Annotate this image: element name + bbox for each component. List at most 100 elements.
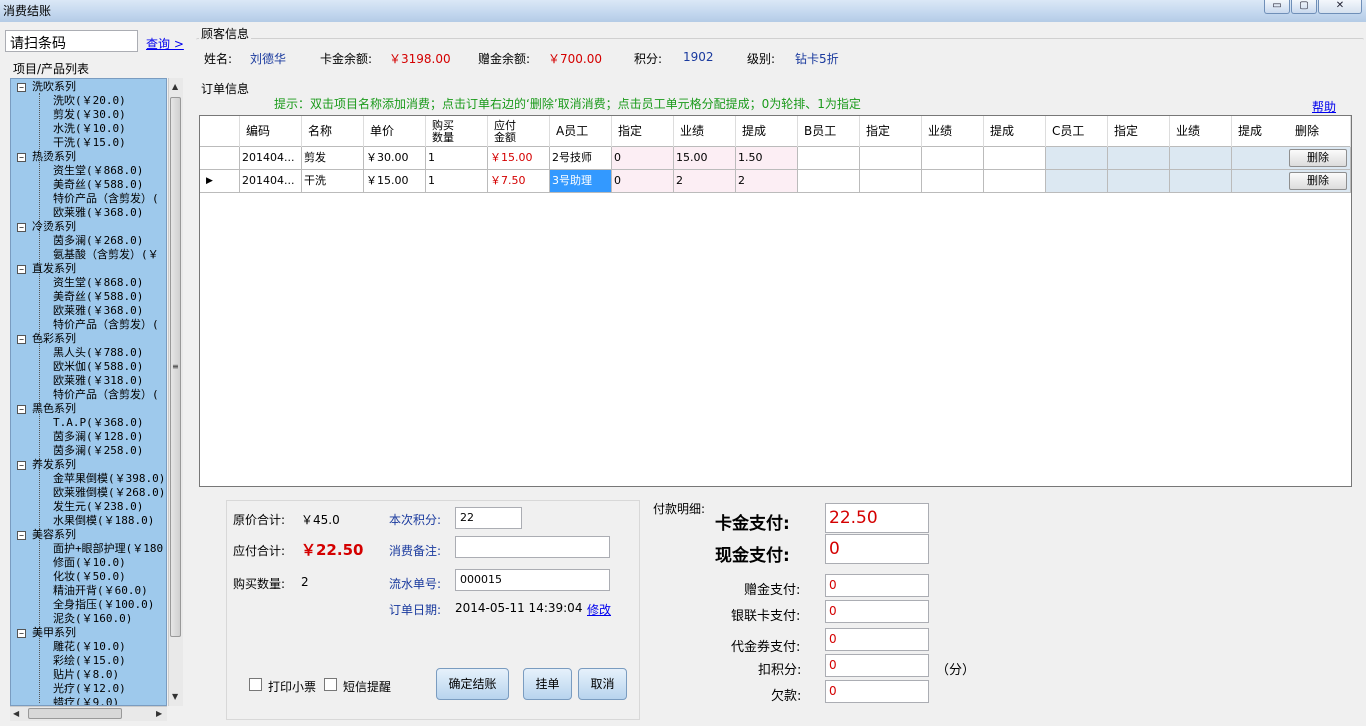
delete-row-button[interactable]: 删除 — [1289, 172, 1347, 190]
tree-item[interactable]: 美奇丝(￥588.0) — [53, 290, 143, 304]
tree-category[interactable]: − 色彩系列 — [11, 332, 76, 346]
cell-empty[interactable] — [860, 170, 922, 193]
tree-item[interactable]: 修面(￥10.0) — [53, 556, 126, 570]
collapse-icon[interactable]: − — [17, 264, 26, 274]
column-header[interactable]: 名称 — [302, 116, 364, 147]
cell-empty[interactable] — [922, 147, 984, 170]
delete-row-button[interactable]: 删除 — [1289, 149, 1347, 167]
cell-a-comm[interactable]: 2 — [736, 170, 798, 193]
modify-date-link[interactable]: 修改 — [587, 601, 611, 618]
order-grid[interactable]: 编码 名称 单价 购买 数量 应付 金额 A员工 指定 业绩 提成 B员工 指定 业绩 提成 C员工 指定业… — [199, 115, 1352, 487]
debt-input[interactable]: 0 — [825, 680, 929, 703]
tree-item[interactable]: 茵多澜(￥268.0) — [53, 234, 143, 248]
row-header[interactable] — [200, 147, 240, 170]
cell-a-staff[interactable]: 3号助理 — [550, 170, 612, 193]
query-link[interactable]: 查询 > — [146, 35, 184, 52]
cell-empty[interactable] — [798, 170, 860, 193]
cell-price[interactable]: ￥15.00 — [364, 170, 426, 193]
cell-qty[interactable]: 1 — [426, 147, 488, 170]
cell-code[interactable]: 201404... — [240, 147, 302, 170]
barcode-input[interactable]: 请扫条码 — [5, 30, 138, 52]
gift-pay-input[interactable]: 0 — [825, 574, 929, 597]
tree-item[interactable]: 剪发(￥30.0) — [53, 108, 126, 122]
cell-empty[interactable] — [1046, 170, 1108, 193]
collapse-icon[interactable]: − — [17, 222, 26, 232]
cell-empty[interactable] — [860, 147, 922, 170]
tree-item[interactable]: 欧莱雅倒模(￥268.0) — [53, 486, 165, 500]
column-header[interactable]: 应付 金额 — [488, 116, 550, 147]
tree-item[interactable]: 光疗(￥12.0) — [53, 682, 126, 696]
column-header[interactable]: 业绩 — [922, 116, 984, 147]
cell-due[interactable]: ￥15.00 — [488, 147, 550, 170]
column-header[interactable]: 单价 — [364, 116, 426, 147]
tree-category[interactable]: − 直发系列 — [11, 262, 76, 276]
column-header[interactable]: 指定 — [612, 116, 674, 147]
tree-item[interactable]: 化妆(￥50.0) — [53, 570, 126, 584]
tree-item[interactable]: 欧莱雅(￥368.0) — [53, 304, 143, 318]
scroll-down-icon[interactable]: ▼ — [172, 692, 178, 701]
column-header[interactable]: 指定 — [860, 116, 922, 147]
cell-empty[interactable] — [1108, 170, 1170, 193]
cell-empty[interactable] — [1170, 170, 1232, 193]
tree-item[interactable]: 资生堂(￥868.0) — [53, 164, 143, 178]
cell-name[interactable]: 干洗 — [302, 170, 364, 193]
cell-empty[interactable] — [922, 170, 984, 193]
cell-a-assign[interactable]: 0 — [612, 170, 674, 193]
order-row[interactable]: ▶ 201404... 干洗 ￥15.00 1 ￥7.50 3号助理 0 2 2 删除 — [200, 170, 1351, 193]
tree-item[interactable]: 欧莱雅(￥318.0) — [53, 374, 143, 388]
maximize-button[interactable]: ▢ — [1291, 0, 1317, 14]
collapse-icon[interactable]: − — [17, 404, 26, 414]
cancel-button[interactable]: 取消 — [578, 668, 627, 700]
column-header[interactable]: 提成 — [736, 116, 798, 147]
tree-item[interactable]: 洗吹(￥20.0) — [53, 94, 126, 108]
column-header[interactable]: 业绩 — [1170, 116, 1232, 147]
this-points-input[interactable]: 22 — [455, 507, 522, 529]
tree-item[interactable]: 欧米伽(￥588.0) — [53, 360, 143, 374]
note-input[interactable] — [455, 536, 610, 558]
tree-category[interactable]: − 美容系列 — [11, 528, 76, 542]
column-header[interactable]: 删除 — [1289, 116, 1351, 147]
cell-price[interactable]: ￥30.00 — [364, 147, 426, 170]
cell-empty[interactable] — [984, 170, 1046, 193]
tree-item[interactable]: 美奇丝(￥588.0) — [53, 178, 143, 192]
tree-item[interactable]: 氨基酸（含剪发）(￥ — [53, 248, 159, 262]
voucher-input[interactable]: 0 — [825, 628, 929, 651]
cell-empty[interactable] — [1046, 147, 1108, 170]
cell-code[interactable]: 201404... — [240, 170, 302, 193]
cell-a-assign[interactable]: 0 — [612, 147, 674, 170]
tree-item[interactable]: 水洗(￥10.0) — [53, 122, 126, 136]
cell-qty[interactable]: 1 — [426, 170, 488, 193]
sms-reminder-checkbox[interactable] — [324, 678, 337, 691]
tree-item[interactable]: 茵多澜(￥128.0) — [53, 430, 143, 444]
serial-input[interactable]: 000015 — [455, 569, 610, 591]
tree-item[interactable]: 雕花(￥10.0) — [53, 640, 126, 654]
cell-empty[interactable] — [1170, 147, 1232, 170]
collapse-icon[interactable]: − — [17, 628, 26, 638]
card-pay-input[interactable]: 22.50 — [825, 503, 929, 533]
tree-item[interactable]: 面护+眼部护理(￥180 — [53, 542, 163, 556]
tree-item[interactable]: 贴片(￥8.0) — [53, 668, 119, 682]
cell-name[interactable]: 剪发 — [302, 147, 364, 170]
order-row[interactable]: 201404... 剪发 ￥30.00 1 ￥15.00 2号技师 0 15.00 1.50 删除 — [200, 147, 1351, 170]
tree-item[interactable]: T.A.P(￥368.0) — [53, 416, 143, 430]
tree-category[interactable]: − 洗吹系列 — [11, 80, 76, 94]
close-button[interactable]: ✕ — [1318, 0, 1362, 14]
product-tree[interactable]: − 洗吹系列 洗吹(￥20.0) 剪发(￥30.0) 水洗(￥10.0) 干洗(￥15.0… — [10, 78, 167, 706]
tree-item[interactable]: 发生元(￥238.0) — [53, 500, 143, 514]
collapse-icon[interactable]: − — [17, 152, 26, 162]
collapse-icon[interactable]: − — [17, 334, 26, 344]
current-row-icon[interactable]: ▶ — [200, 170, 240, 193]
tree-item[interactable]: 全身指压(￥100.0) — [53, 598, 154, 612]
deduct-points-input[interactable]: 0 — [825, 654, 929, 677]
column-header[interactable]: 购买 数量 — [426, 116, 488, 147]
cell-a-staff[interactable]: 2号技师 — [550, 147, 612, 170]
tree-item[interactable]: 彩绘(￥15.0) — [53, 654, 126, 668]
cell-empty[interactable] — [798, 147, 860, 170]
tree-item[interactable]: 水果倒模(￥188.0) — [53, 514, 154, 528]
scroll-up-icon[interactable]: ▲ — [172, 82, 178, 91]
tree-hscroll-thumb[interactable] — [28, 708, 122, 719]
collapse-icon[interactable]: − — [17, 82, 26, 92]
cash-pay-input[interactable]: 0 — [825, 534, 929, 564]
tree-item[interactable]: 干洗(￥15.0) — [53, 136, 126, 150]
column-header[interactable]: C员工 — [1046, 116, 1108, 147]
